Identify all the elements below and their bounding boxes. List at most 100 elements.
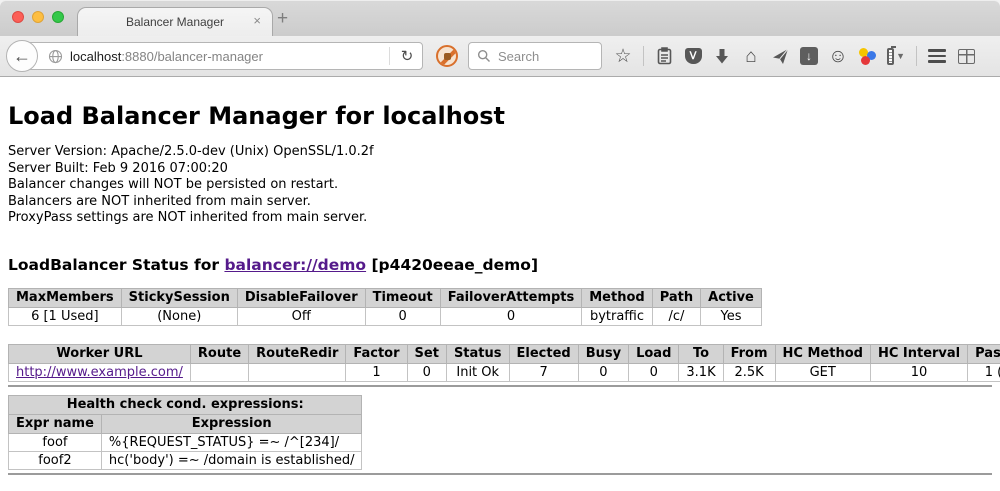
- url-domain: localhost: [70, 49, 121, 64]
- column-header: Expr name: [9, 414, 102, 433]
- column-header: RouteRedir: [249, 344, 346, 363]
- battery-panel-icon[interactable]: ▼: [887, 46, 905, 66]
- column-header: Timeout: [365, 288, 440, 307]
- table-cell: 0: [578, 363, 628, 381]
- expression-cell: hc('body') =~ /domain is established/: [101, 451, 362, 469]
- heading-suffix: [p4420eeae_demo]: [366, 256, 538, 274]
- column-header: From: [723, 344, 775, 363]
- expr-name-cell: foof: [9, 433, 102, 451]
- column-header: HC Method: [775, 344, 870, 363]
- table-cell: 3.1K: [679, 363, 723, 381]
- navigation-toolbar: ← localhost:8880/balancer-manager ↻ Sear…: [0, 36, 1000, 77]
- send-plane-icon[interactable]: [771, 46, 789, 66]
- balancer-params-table: MaxMembers StickySession DisableFailover…: [8, 288, 762, 326]
- worker-table: Worker URL Route RouteRedir Factor Set S…: [8, 344, 1000, 382]
- table-cell: 1 (0): [968, 363, 1000, 381]
- table-cell: 0: [440, 307, 582, 325]
- column-header: Load: [629, 344, 679, 363]
- table-cell: Off: [237, 307, 365, 325]
- url-path: :8880/balancer-manager: [121, 49, 263, 64]
- server-info: Server Version: Apache/2.5.0-dev (Unix) …: [8, 144, 992, 227]
- table-header-row: MaxMembers StickySession DisableFailover…: [9, 288, 762, 307]
- server-built-line: Server Built: Feb 9 2016 07:00:20: [8, 161, 992, 178]
- toolbar-divider: [643, 46, 644, 66]
- notice-line: Balancers are NOT inherited from main se…: [8, 194, 992, 211]
- table-cell: GET: [775, 363, 870, 381]
- search-icon: [477, 49, 491, 63]
- notice-line: ProxyPass settings are NOT inherited fro…: [8, 210, 992, 227]
- color-dots-icon[interactable]: [858, 46, 876, 66]
- zoom-button[interactable]: [52, 11, 64, 23]
- table-header-row: Worker URL Route RouteRedir Factor Set S…: [9, 344, 1000, 363]
- back-button[interactable]: ←: [6, 40, 38, 72]
- table-cell: 2.5K: [723, 363, 775, 381]
- column-header: Status: [446, 344, 509, 363]
- minimize-button[interactable]: [32, 11, 44, 23]
- table-cell: Init Ok: [446, 363, 509, 381]
- heading-prefix: LoadBalancer Status for: [8, 256, 224, 274]
- home-icon[interactable]: ⌂: [742, 46, 760, 66]
- hamburger-menu-icon[interactable]: [928, 46, 946, 66]
- column-header: Method: [582, 288, 652, 307]
- table-title-row: Health check cond. expressions:: [9, 395, 362, 414]
- bookmark-star-icon[interactable]: ☆: [614, 46, 632, 66]
- worker-url-link[interactable]: http://www.example.com/: [16, 365, 183, 380]
- table-cell: 0: [365, 307, 440, 325]
- column-header: Active: [701, 288, 762, 307]
- expression-cell: %{REQUEST_STATUS} =~ /^[234]/: [101, 433, 362, 451]
- column-header: Elected: [509, 344, 578, 363]
- worker-row: http://www.example.com/ 1 0 Init Ok 7 0 …: [9, 363, 1000, 381]
- worker-url-cell: http://www.example.com/: [9, 363, 191, 381]
- table-cell: Yes: [701, 307, 762, 325]
- table-header-row: Expr name Expression: [9, 414, 362, 433]
- table-cell: /c/: [652, 307, 700, 325]
- column-header: Factor: [346, 344, 407, 363]
- reading-list-icon[interactable]: [655, 46, 673, 66]
- url-bar[interactable]: localhost:8880/balancer-manager ↻: [23, 42, 423, 70]
- tab-tiles-icon[interactable]: [957, 46, 975, 66]
- pocket-icon[interactable]: ᐯ: [684, 46, 702, 66]
- table-row: 6 [1 Used] (None) Off 0 0 bytraffic /c/ …: [9, 307, 762, 325]
- tab-bar: Balancer Manager × +: [0, 0, 1000, 36]
- search-placeholder: Search: [498, 49, 539, 64]
- new-tab-button[interactable]: +: [277, 8, 288, 30]
- column-header: Expression: [101, 414, 362, 433]
- page-bottom-divider: [8, 473, 992, 475]
- table-row: foof %{REQUEST_STATUS} =~ /^[234]/: [9, 433, 362, 451]
- dropdown-caret-icon[interactable]: ▼: [896, 51, 905, 61]
- balancer-link[interactable]: balancer://demo: [224, 256, 366, 274]
- column-header: Passes: [968, 344, 1000, 363]
- search-input[interactable]: Search: [468, 42, 602, 70]
- download-arrow-icon[interactable]: [713, 46, 731, 66]
- url-divider: [389, 47, 390, 65]
- column-header: StickySession: [121, 288, 237, 307]
- browser-window: Balancer Manager × + ← localhost:8880/ba…: [0, 0, 1000, 491]
- content-blocked-icon[interactable]: [436, 45, 458, 67]
- column-header: DisableFailover: [237, 288, 365, 307]
- chat-smiley-icon[interactable]: ☺: [829, 46, 847, 66]
- column-header: Worker URL: [9, 344, 191, 363]
- reload-button[interactable]: ↻: [392, 47, 422, 65]
- balancer-heading: LoadBalancer Status for balancer://demo …: [8, 256, 992, 274]
- browser-tab[interactable]: Balancer Manager ×: [77, 7, 273, 36]
- downloads-panel-icon[interactable]: ↓: [800, 46, 818, 66]
- page-content: Load Balancer Manager for localhost Serv…: [0, 77, 1000, 490]
- table-cell: (None): [121, 307, 237, 325]
- tab-close-icon[interactable]: ×: [253, 13, 261, 28]
- toolbar-icons: ☆ ᐯ ⌂ ↓ ☺ ▼: [614, 46, 975, 66]
- table-cell: [190, 363, 248, 381]
- server-version-line: Server Version: Apache/2.5.0-dev (Unix) …: [8, 144, 992, 161]
- page-title: Load Balancer Manager for localhost: [8, 102, 992, 130]
- url-text: localhost:8880/balancer-manager: [70, 49, 383, 64]
- close-button[interactable]: [12, 11, 24, 23]
- column-header: Set: [407, 344, 446, 363]
- window-controls: [12, 11, 64, 23]
- table-cell: 10: [870, 363, 967, 381]
- column-header: Route: [190, 344, 248, 363]
- globe-icon: [48, 49, 63, 64]
- table-cell: 1: [346, 363, 407, 381]
- column-header: MaxMembers: [9, 288, 122, 307]
- health-table-title: Health check cond. expressions:: [9, 395, 362, 414]
- health-check-table: Health check cond. expressions: Expr nam…: [8, 395, 362, 470]
- table-cell: bytraffic: [582, 307, 652, 325]
